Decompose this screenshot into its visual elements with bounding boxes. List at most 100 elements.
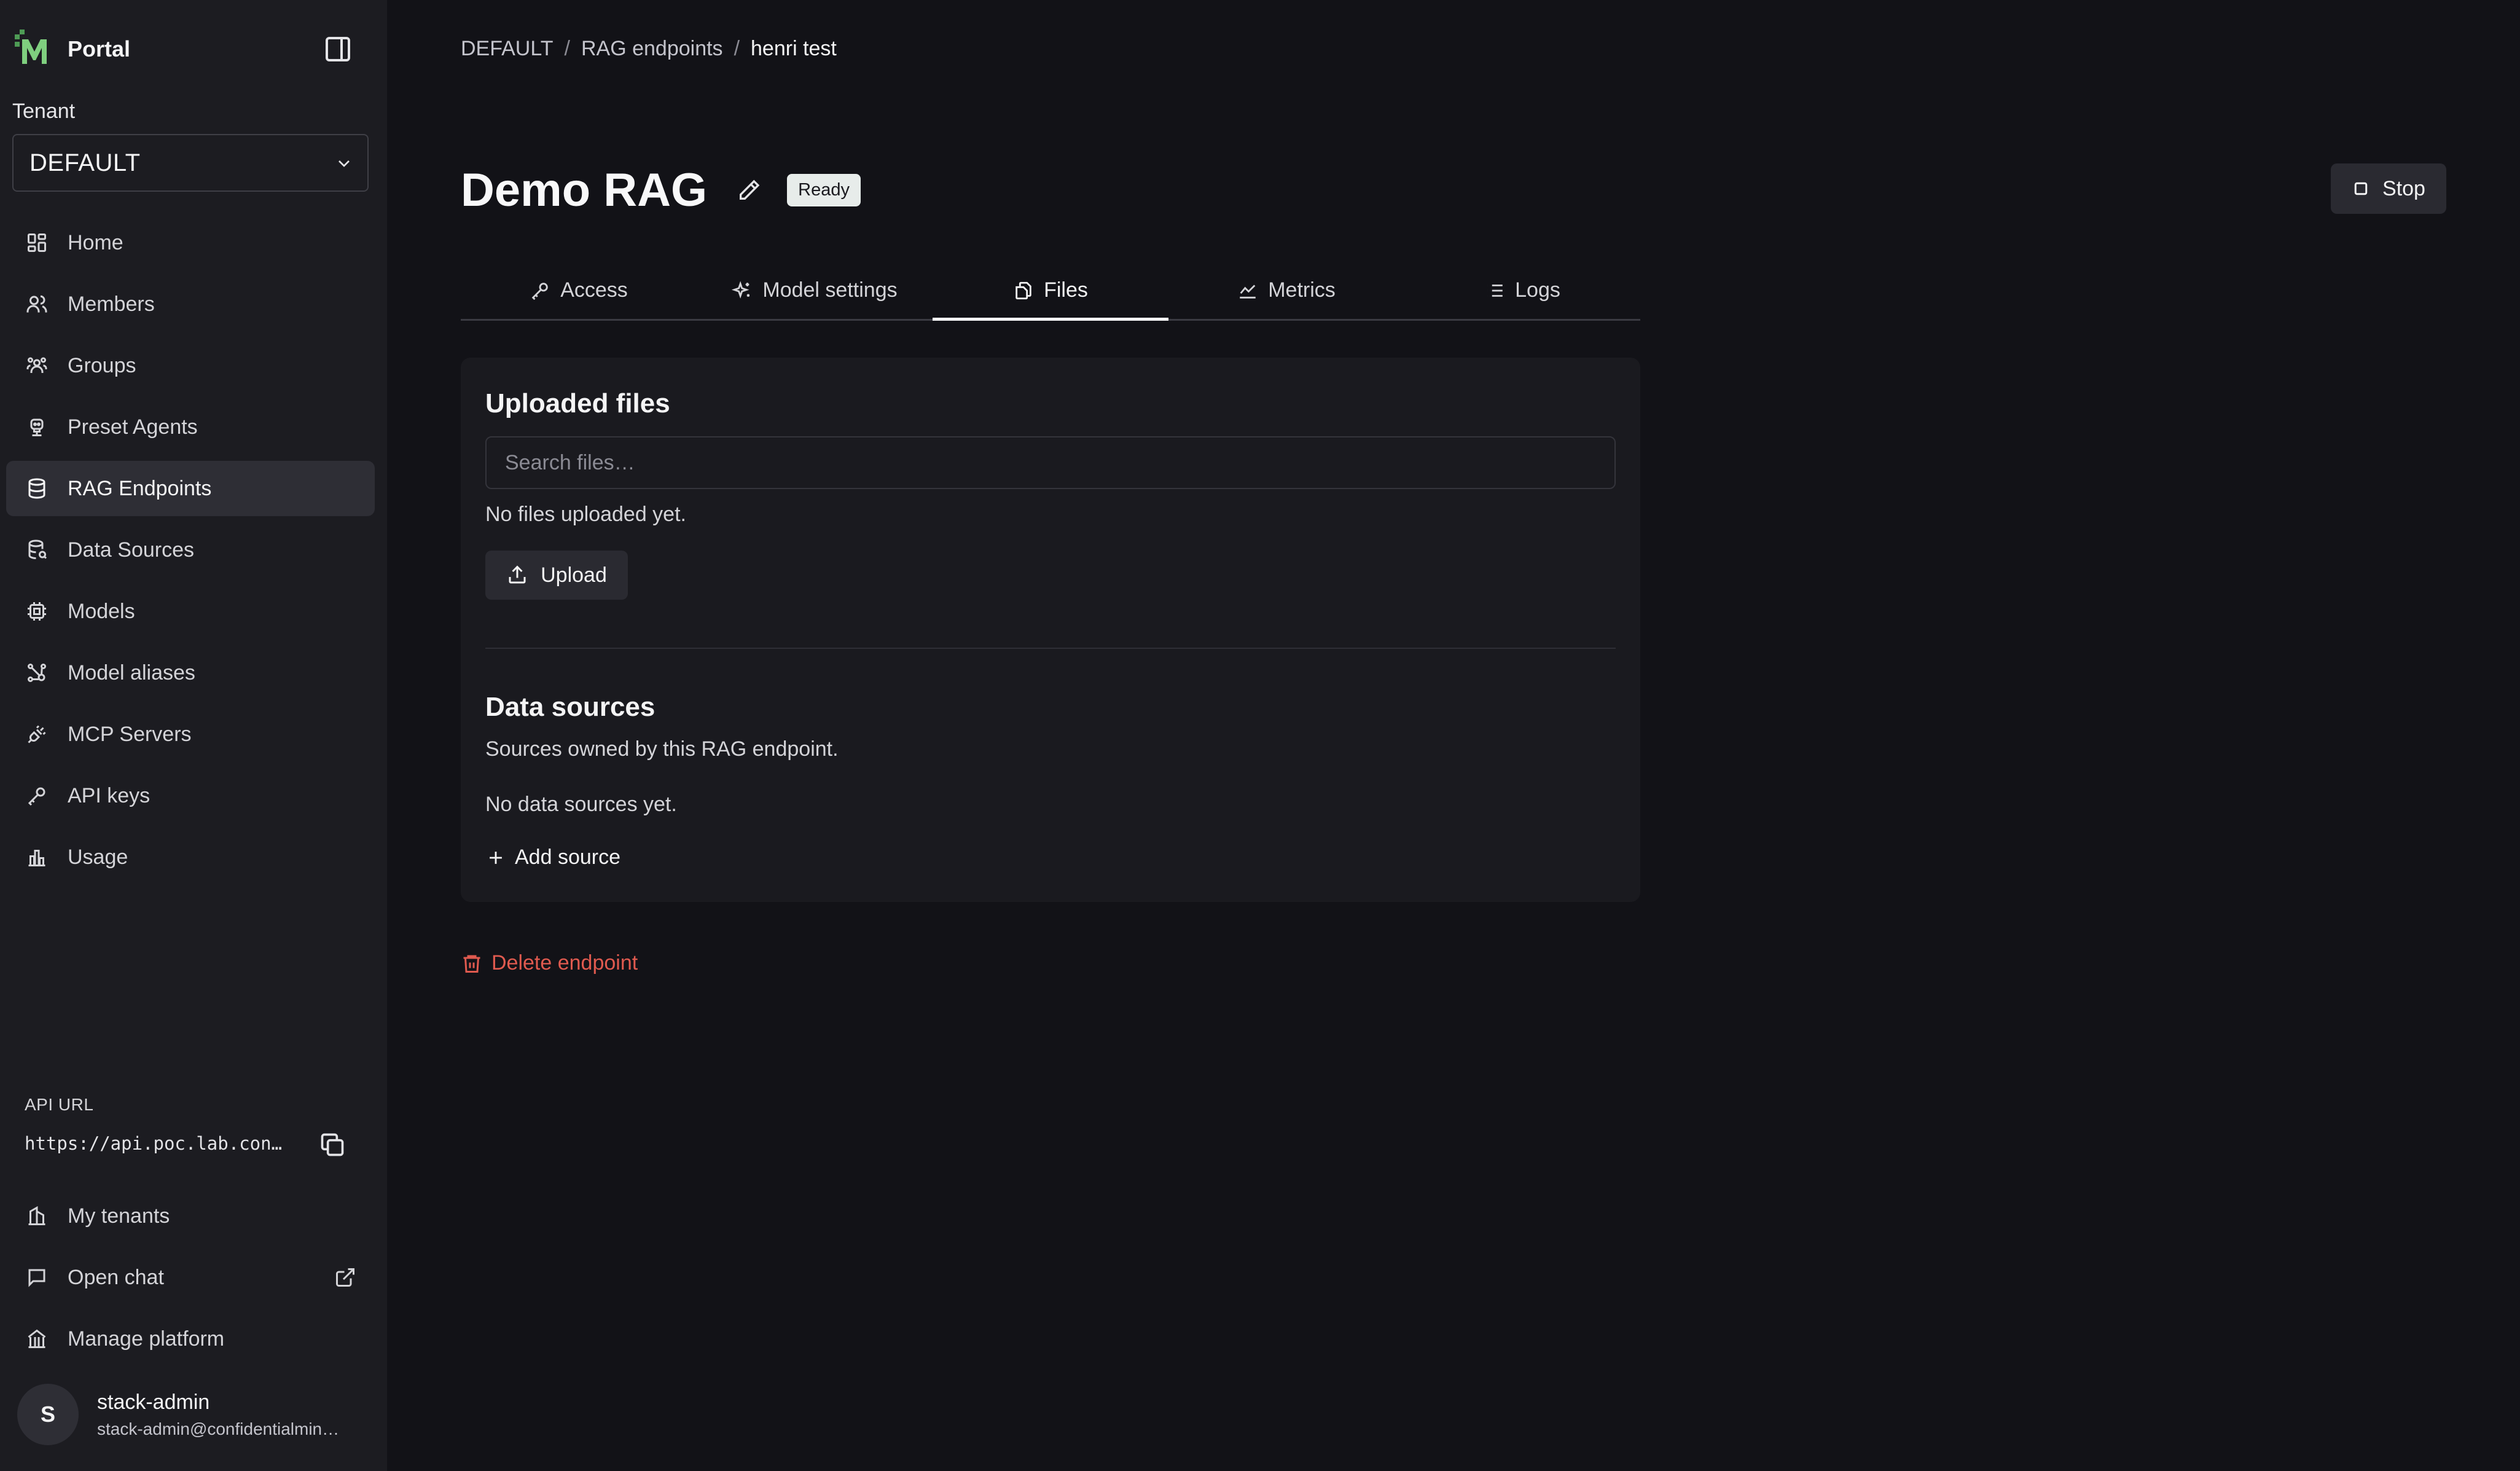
tab-label: Access bbox=[560, 278, 628, 302]
sidebar-item-label: Models bbox=[68, 599, 135, 623]
sidebar-item-home[interactable]: Home bbox=[6, 215, 375, 270]
sidebar-item-label: Home bbox=[68, 230, 123, 254]
sidebar-item-rag-endpoints[interactable]: RAG Endpoints bbox=[6, 461, 375, 516]
database-icon bbox=[25, 476, 49, 501]
sidebar: Portal Tenant DEFAULT Home Members Group… bbox=[0, 0, 387, 1471]
sidebar-item-label: Groups bbox=[68, 353, 136, 377]
delete-endpoint-label: Delete endpoint bbox=[491, 951, 638, 975]
page-title: Demo RAG bbox=[461, 164, 708, 216]
cpu-icon bbox=[25, 599, 49, 624]
user-info: stack-admin stack-admin@confidentialmin… bbox=[97, 1391, 361, 1439]
add-source-button[interactable]: Add source bbox=[485, 845, 620, 869]
edit-title-button[interactable] bbox=[734, 176, 764, 205]
sidebar-item-open-chat[interactable]: Open chat bbox=[6, 1250, 375, 1305]
copy-api-url-button[interactable] bbox=[315, 1127, 350, 1163]
sidebar-item-model-aliases[interactable]: Model aliases bbox=[6, 645, 375, 700]
tenant-select[interactable]: DEFAULT bbox=[12, 134, 369, 192]
tab-files[interactable]: Files bbox=[933, 262, 1168, 321]
sidebar-item-label: My tenants bbox=[68, 1204, 170, 1228]
breadcrumb-item-tenant[interactable]: DEFAULT bbox=[461, 37, 554, 61]
no-files-message: No files uploaded yet. bbox=[485, 503, 686, 526]
toggle-sidebar-button[interactable] bbox=[318, 29, 358, 69]
sidebar-bottom-nav: My tenants Open chat Manage platform bbox=[6, 1188, 375, 1373]
tenant-label: Tenant bbox=[12, 100, 76, 123]
avatar: S bbox=[17, 1384, 79, 1445]
tab-bar: Access Model settings Files Metrics Logs bbox=[461, 262, 1640, 321]
delete-endpoint-button[interactable]: Delete endpoint bbox=[461, 951, 638, 975]
building-icon bbox=[25, 1204, 49, 1228]
breadcrumb-separator: / bbox=[734, 37, 740, 60]
tab-logs[interactable]: Logs bbox=[1404, 262, 1640, 319]
breadcrumb-item-rag-endpoints[interactable]: RAG endpoints bbox=[581, 37, 723, 61]
tab-metrics[interactable]: Metrics bbox=[1168, 262, 1404, 319]
tab-label: Files bbox=[1044, 278, 1088, 302]
line-chart-icon bbox=[1237, 280, 1258, 301]
app-root: Portal Tenant DEFAULT Home Members Group… bbox=[0, 0, 2520, 1471]
external-link-icon bbox=[336, 1268, 354, 1287]
list-icon bbox=[1484, 280, 1505, 301]
user-profile[interactable]: S stack-admin stack-admin@confidentialmi… bbox=[17, 1384, 361, 1445]
sidebar-nav: Home Members Groups Preset Agents RAG En… bbox=[6, 215, 375, 891]
brand[interactable]: Portal bbox=[12, 27, 130, 71]
stop-icon bbox=[2354, 182, 2368, 195]
trash-icon bbox=[463, 955, 480, 973]
section-divider bbox=[485, 648, 1616, 649]
sidebar-toggle-icon bbox=[326, 37, 350, 61]
sidebar-item-label: Preset Agents bbox=[68, 415, 198, 439]
landmark-icon bbox=[25, 1327, 49, 1351]
files-panel: Uploaded files No files uploaded yet. Up… bbox=[461, 358, 1640, 902]
database-search-icon bbox=[25, 538, 49, 562]
search-files-input[interactable] bbox=[485, 436, 1616, 489]
portal-logo-icon bbox=[15, 29, 47, 64]
tab-access[interactable]: Access bbox=[461, 262, 697, 319]
sidebar-item-manage-platform[interactable]: Manage platform bbox=[6, 1311, 375, 1367]
sidebar-item-label: Manage platform bbox=[68, 1327, 225, 1351]
group-icon bbox=[25, 353, 49, 378]
sidebar-item-data-sources[interactable]: Data Sources bbox=[6, 522, 375, 578]
tab-label: Model settings bbox=[762, 278, 898, 302]
sidebar-item-label: MCP Servers bbox=[68, 722, 192, 746]
robot-icon bbox=[25, 415, 49, 439]
sidebar-item-label: Model aliases bbox=[68, 661, 195, 685]
sidebar-item-label: RAG Endpoints bbox=[68, 476, 212, 500]
sidebar-item-api-keys[interactable]: API keys bbox=[6, 768, 375, 823]
stop-button[interactable]: Stop bbox=[2331, 163, 2446, 214]
tab-label: Logs bbox=[1515, 278, 1560, 302]
upload-icon bbox=[509, 565, 526, 584]
upload-button[interactable]: Upload bbox=[485, 551, 628, 600]
tab-model-settings[interactable]: Model settings bbox=[697, 262, 933, 319]
sidebar-item-label: Open chat bbox=[68, 1265, 164, 1289]
copy-icon bbox=[321, 1133, 344, 1156]
sidebar-item-label: API keys bbox=[68, 783, 151, 807]
tenant-select-value: DEFAULT bbox=[29, 149, 141, 176]
sidebar-item-members[interactable]: Members bbox=[6, 277, 375, 332]
sidebar-item-label: Usage bbox=[68, 845, 128, 869]
sparkles-icon bbox=[732, 280, 753, 301]
app-name: Portal bbox=[68, 36, 131, 61]
chat-icon bbox=[25, 1265, 49, 1290]
breadcrumb-separator: / bbox=[564, 37, 570, 60]
user-email: stack-admin@confidentialmin… bbox=[97, 1419, 340, 1438]
share-nodes-icon bbox=[25, 661, 49, 685]
api-url-value: https://api.poc.lab.con… bbox=[25, 1133, 283, 1154]
sidebar-item-mcp-servers[interactable]: MCP Servers bbox=[6, 707, 375, 762]
sidebar-item-my-tenants[interactable]: My tenants bbox=[6, 1188, 375, 1244]
sidebar-item-models[interactable]: Models bbox=[6, 584, 375, 639]
sidebar-item-usage[interactable]: Usage bbox=[6, 830, 375, 885]
users-icon bbox=[25, 292, 49, 316]
key-icon bbox=[25, 783, 49, 808]
api-url-label: API URL bbox=[25, 1095, 94, 1114]
sidebar-item-preset-agents[interactable]: Preset Agents bbox=[6, 399, 375, 455]
pencil-icon bbox=[740, 179, 760, 200]
upload-button-label: Upload bbox=[541, 563, 607, 587]
sidebar-item-groups[interactable]: Groups bbox=[6, 338, 375, 393]
tab-label: Metrics bbox=[1268, 278, 1336, 302]
bar-chart-icon bbox=[25, 845, 49, 869]
sidebar-item-label: Members bbox=[68, 292, 155, 316]
data-sources-subtitle: Sources owned by this RAG endpoint. bbox=[485, 737, 839, 761]
data-sources-title: Data sources bbox=[485, 692, 655, 722]
page-header: Demo RAG Ready bbox=[461, 163, 861, 217]
no-data-sources-message: No data sources yet. bbox=[485, 793, 677, 816]
plug-icon bbox=[25, 722, 49, 747]
sidebar-item-label: Data Sources bbox=[68, 538, 194, 562]
